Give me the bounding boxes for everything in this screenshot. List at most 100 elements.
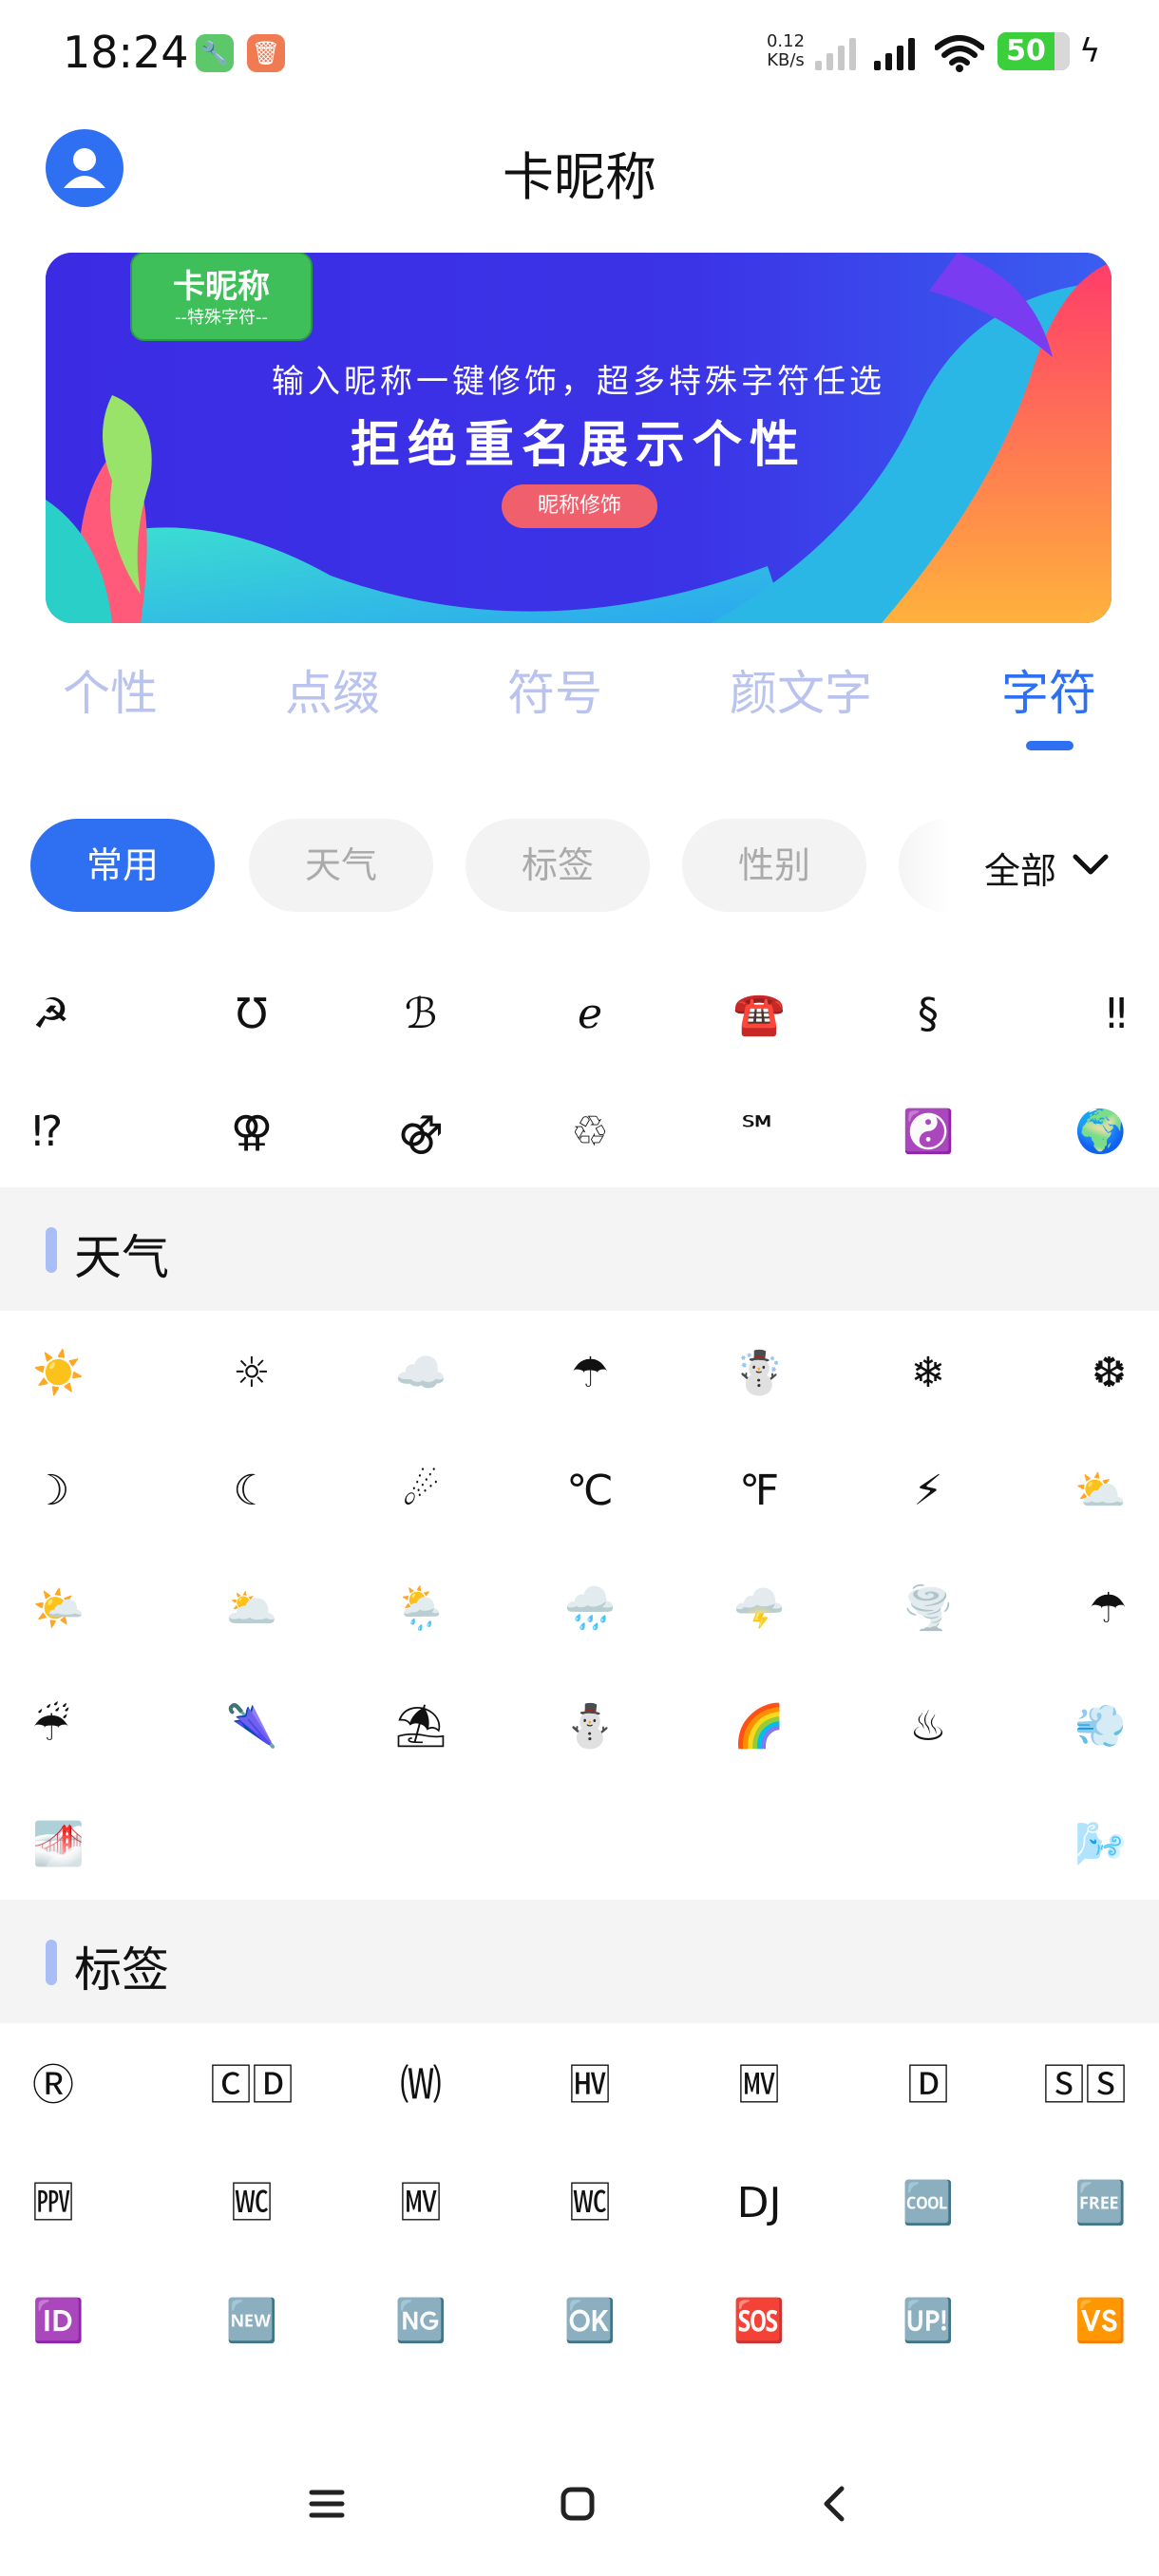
page-title: 卡昵称 xyxy=(503,147,656,207)
chip-weather[interactable]: 天气 xyxy=(249,819,433,912)
symbol-cell[interactable]: 🆔 xyxy=(0,2263,165,2380)
symbol-cell[interactable]: 🌈 xyxy=(676,1668,842,1786)
symbol-cell[interactable]: ⛅ xyxy=(994,1432,1159,1550)
symbol-cell xyxy=(169,1786,334,1904)
symbol-cell[interactable]: 🌤️ xyxy=(0,1550,165,1668)
symbol-cell[interactable]: § xyxy=(846,956,1011,1073)
symbol-cell[interactable]: 🆕 xyxy=(169,2263,334,2380)
symbol-cell[interactable]: 🌬️ xyxy=(994,1786,1159,1904)
section-title-tags: 标签 xyxy=(74,1942,169,1998)
symbol-cell[interactable]: ⚡ xyxy=(846,1432,1011,1550)
section-accent-bar xyxy=(46,1227,57,1273)
symbol-cell[interactable]: ‼ xyxy=(994,956,1159,1073)
symbol-cell[interactable]: ☂ xyxy=(507,1315,673,1432)
symbol-cell[interactable]: 🆓 xyxy=(994,2145,1159,2263)
symbol-cell[interactable]: ❆ xyxy=(994,1315,1159,1432)
symbol-cell xyxy=(846,1786,1011,1904)
symbol-cell[interactable]: 🌍 xyxy=(994,1073,1159,1191)
symbol-cell[interactable]: ℃ xyxy=(507,1432,673,1550)
symbol-cell[interactable]: ☁️ xyxy=(338,1315,504,1432)
symbol-cell[interactable]: 🌁 xyxy=(0,1786,165,1904)
symbol-cell[interactable]: ⁉ xyxy=(0,1073,165,1191)
banner-badge-title: 卡昵称 xyxy=(173,268,270,306)
symbol-cell[interactable]: ☃️ xyxy=(676,1315,842,1432)
symbol-cell[interactable]: 🌦️ xyxy=(338,1550,504,1668)
banner-badge-subtitle: --特殊字符-- xyxy=(175,308,268,328)
menu-icon[interactable] xyxy=(308,2485,346,2523)
symbol-cell[interactable]: 🆙 xyxy=(846,2263,1011,2380)
tab-kaomoji[interactable]: 颜文字 xyxy=(730,655,872,724)
status-time: 18:24 xyxy=(63,27,189,78)
symbol-cell[interactable]: 🌪️ xyxy=(846,1550,1011,1668)
symbol-cell[interactable]: ☂ xyxy=(994,1550,1159,1668)
symbol-cell[interactable]: 💨 xyxy=(994,1668,1159,1786)
symbol-cell[interactable]: ♲ xyxy=(507,1073,673,1191)
symbol-cell[interactable]: ☼ xyxy=(169,1315,334,1432)
symbol-cell xyxy=(338,1786,504,1904)
symbol-cell[interactable]: ☔ xyxy=(0,1668,165,1786)
netspeed-value: 0.12 xyxy=(766,31,806,51)
symbol-cell[interactable]: ℠ xyxy=(676,1073,842,1191)
symbol-cell[interactable]: 🌂 xyxy=(169,1668,334,1786)
symbol-cell[interactable]: ❄ xyxy=(846,1315,1011,1432)
symbol-cell[interactable]: 🌩️ xyxy=(676,1550,842,1668)
symbol-cell[interactable]: ☀️ xyxy=(0,1315,165,1432)
symbol-cell[interactable]: 🌧️ xyxy=(507,1550,673,1668)
banner-badge: 卡昵称 --特殊字符-- xyxy=(131,253,312,340)
chips-fade xyxy=(893,807,950,921)
section-title-weather: 天气 xyxy=(74,1230,169,1285)
symbol-cell[interactable]: 🅏 xyxy=(169,2145,334,2263)
home-icon[interactable] xyxy=(559,2485,597,2523)
symbol-cell[interactable]: ⛱ xyxy=(338,1668,504,1786)
symbol-cell[interactable]: DJ xyxy=(676,2145,842,2263)
chip-gender[interactable]: 性别 xyxy=(682,819,866,912)
symbol-cell[interactable]: ⛄ xyxy=(507,1668,673,1786)
symbol-cell[interactable]: 🅎 xyxy=(0,2145,165,2263)
symbol-cell[interactable]: ℯ xyxy=(507,956,673,1073)
section-accent-bar xyxy=(46,1940,57,1985)
banner-button[interactable]: 昵称修饰 xyxy=(502,484,657,528)
symbol-cell[interactable]: ℧ xyxy=(169,956,334,1073)
signal-sim1-icon xyxy=(874,36,915,70)
symbol-cell[interactable]: ☯️ xyxy=(846,1073,1011,1191)
tab-decoration[interactable]: 点缀 xyxy=(285,655,380,724)
symbol-cell[interactable]: 🄦 xyxy=(338,2027,504,2145)
symbol-cell[interactable]: ⚢ xyxy=(169,1073,334,1191)
symbol-cell[interactable]: ☭ xyxy=(0,956,165,1073)
symbol-cell[interactable]: ☽ xyxy=(0,1432,165,1550)
tab-indicator xyxy=(1026,741,1074,750)
tab-symbols[interactable]: 符号 xyxy=(507,655,602,724)
symbol-cell[interactable]: ♨ xyxy=(846,1668,1011,1786)
tab-personality[interactable]: 个性 xyxy=(63,655,158,724)
symbol-cell[interactable]: 🄳 xyxy=(846,2027,1011,2145)
tab-characters[interactable]: 字符 xyxy=(1001,655,1096,724)
symbol-cell[interactable]: 🅏 xyxy=(507,2145,673,2263)
trash-app-icon: 🗑 xyxy=(247,34,285,72)
chip-common[interactable]: 常用 xyxy=(30,819,215,912)
symbol-cell[interactable]: 🅋 xyxy=(676,2027,842,2145)
symbol-cell[interactable]: 🅋 xyxy=(338,2145,504,2263)
symbol-cell[interactable]: ℉ xyxy=(676,1432,842,1550)
tool-app-icon: 🔧 xyxy=(196,34,234,72)
symbol-cell[interactable]: ☄ xyxy=(338,1432,504,1550)
chip-tags[interactable]: 标签 xyxy=(466,819,650,912)
symbol-cell[interactable]: ☾ xyxy=(169,1432,334,1550)
system-nav-bar xyxy=(0,2443,1159,2576)
netspeed-unit: KB/s xyxy=(767,50,805,70)
symbol-cell[interactable]: 🅊 xyxy=(507,2027,673,2145)
symbol-cell[interactable]: 🆗 xyxy=(507,2263,673,2380)
symbol-cell[interactable]: 🅂🅂 xyxy=(994,2027,1159,2145)
symbol-cell[interactable]: ℬ xyxy=(338,956,504,1073)
symbol-cell[interactable]: 🆖 xyxy=(338,2263,504,2380)
symbol-cell[interactable]: ☎️ xyxy=(676,956,842,1073)
symbol-cell[interactable]: 🆚 xyxy=(994,2263,1159,2380)
symbol-cell[interactable]: Ⓡ xyxy=(0,2027,165,2145)
symbol-cell[interactable]: 🄲🄳 xyxy=(169,2027,334,2145)
all-categories-dropdown[interactable]: 全部 xyxy=(950,807,1159,921)
symbol-cell[interactable]: 🆘 xyxy=(676,2263,842,2380)
promo-banner[interactable]: 卡昵称 --特殊字符-- 输入昵称一键修饰，超多特殊字符任选 拒绝重名展示个性 … xyxy=(46,253,1112,623)
back-icon[interactable] xyxy=(815,2485,853,2523)
symbol-cell[interactable]: ⚣ xyxy=(338,1073,504,1191)
symbol-cell[interactable]: 🆒 xyxy=(846,2145,1011,2263)
symbol-cell[interactable]: 🌥️ xyxy=(169,1550,334,1668)
